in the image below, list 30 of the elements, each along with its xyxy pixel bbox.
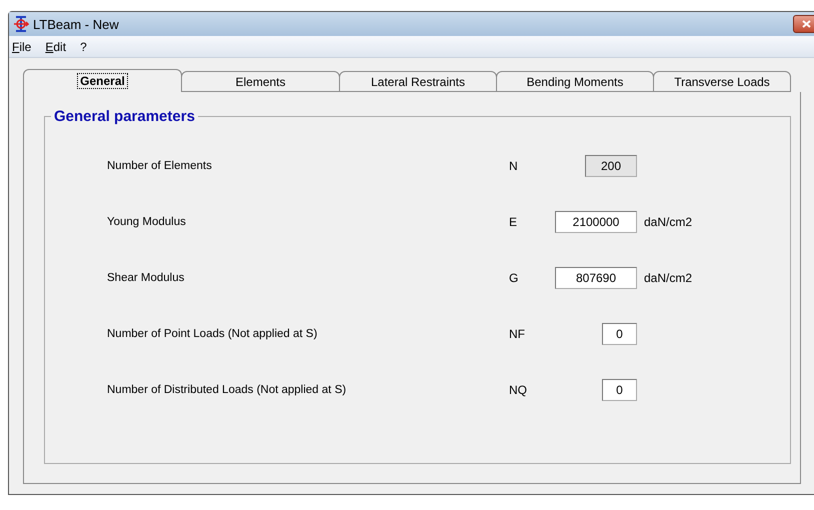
parameter-label: Shear Modulus [107,272,186,284]
parameter-symbol: E [509,215,518,229]
group-title: General parameters [51,108,198,125]
unit-label: daN/cm2 [644,215,692,229]
value-field[interactable]: 0 [602,379,637,401]
menu-item[interactable]: Edit [45,40,66,54]
value-field[interactable]: 0 [602,323,637,345]
parameter-label: Young Modulus [107,216,187,228]
tab[interactable]: Elements [181,71,340,92]
menu-item[interactable]: ? [80,40,87,54]
tab[interactable]: Lateral Restraints [339,71,497,92]
parameter-label: Number of Point Loads (Not applied at S) [107,328,318,340]
menu-item[interactable]: File [12,40,32,54]
close-button[interactable] [793,15,814,33]
value-field[interactable]: 200 [585,155,637,177]
beam-logo-icon [13,16,29,32]
parameter-label: Number of Elements [107,160,213,172]
parameter-label: Number of Distributed Loads (Not applied at S) [107,384,348,396]
unit-label: daN/cm2 [644,271,692,285]
close-icon [802,20,810,28]
tab[interactable]: Bending Moments [496,71,654,92]
value-field[interactable]: 2100000 [555,211,637,233]
value-field[interactable]: 807690 [555,267,637,289]
parameter-symbol: NQ [509,383,528,397]
tab[interactable]: General [23,69,182,92]
parameter-symbol: G [509,271,520,285]
tab[interactable]: Transverse Loads [653,71,791,92]
parameter-symbol: NF [509,327,526,341]
window-title: LTBeam - New [33,16,119,32]
parameter-symbol: N [509,159,519,173]
